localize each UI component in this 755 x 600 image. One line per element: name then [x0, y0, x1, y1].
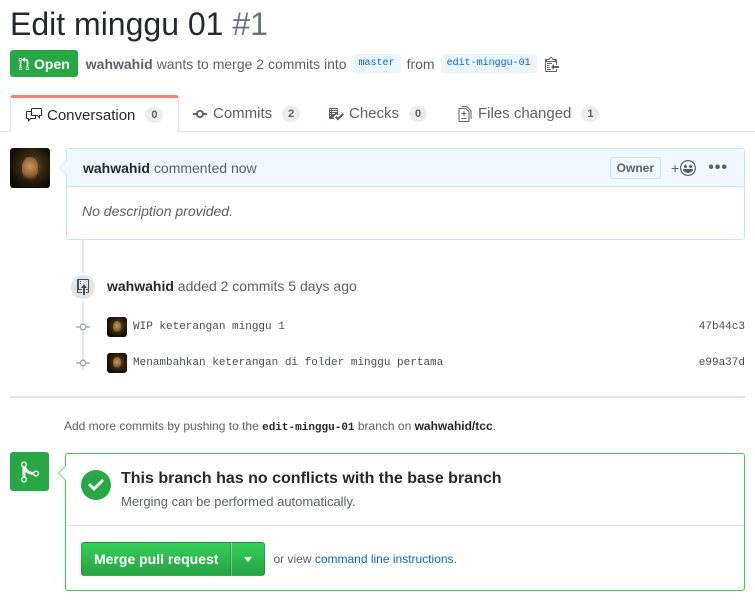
git-merge-icon	[10, 452, 49, 491]
timeline-line	[82, 240, 84, 370]
merge-description: wants to merge 2 commits into	[156, 55, 347, 72]
tab-files-changed-label: Files changed	[478, 105, 572, 122]
commit-sha[interactable]: e99a37d	[699, 357, 745, 369]
avatar-face	[113, 357, 121, 370]
timeline-divider	[10, 396, 745, 398]
timeline-author[interactable]: wahwahid	[107, 278, 174, 294]
tab-commits-count: 2	[282, 105, 301, 122]
pr-meta: Open wahwahid wants to merge 2 commits i…	[10, 50, 559, 77]
merge-actions: Merge pull request or view command line …	[81, 542, 457, 576]
tab-checks[interactable]: Checks 0	[313, 95, 442, 132]
or-view-label: or view	[273, 552, 312, 566]
pr-title: Edit minggu 01 #1	[10, 4, 268, 44]
commit-sha[interactable]: 47b44c3	[699, 321, 745, 333]
push-hint-prefix: Add more commits by pushing to the	[64, 419, 259, 433]
merge-status: This branch has no conflicts with the ba…	[66, 454, 744, 526]
commit-row: WIP keterangan minggu 1 47b44c3	[76, 316, 745, 338]
timeline-added-commits: wahwahid added 2 commits 5 days ago	[107, 278, 357, 294]
base-branch[interactable]: master	[352, 54, 401, 73]
command-line-instructions-link[interactable]: command line instructions	[315, 552, 454, 566]
owner-label: Owner	[609, 156, 661, 179]
push-hint-middle: branch on	[357, 419, 412, 433]
push-hint-branch: edit-minggu-01	[262, 422, 355, 434]
from-text: from	[406, 55, 435, 72]
tab-files-changed[interactable]: Files changed 1	[442, 95, 614, 132]
comment-body: No description provided.	[82, 203, 233, 219]
or-view-text: or view command line instructions.	[273, 552, 456, 566]
pr-author-link[interactable]: wahwahid	[86, 56, 153, 72]
commit-message[interactable]: WIP keterangan minggu 1	[133, 321, 699, 333]
or-view-suffix: .	[453, 552, 457, 566]
comment-timestamp[interactable]: commented now	[154, 160, 257, 176]
commit-avatar[interactable]	[107, 353, 127, 373]
comment-options-button[interactable]: •••	[708, 159, 728, 177]
comment-header: wahwahid commented now Owner + •••	[67, 149, 744, 187]
checklist-icon	[329, 107, 344, 120]
smiley-icon	[680, 159, 697, 176]
timeline-action: added 2 commits 5 days ago	[177, 278, 357, 294]
commit-dot-icon	[76, 322, 90, 332]
push-hint: Add more commits by pushing to the edit-…	[64, 419, 496, 434]
commit-row: Menambahkan keterangan di folder minggu …	[76, 352, 745, 374]
triangle-down-icon	[244, 556, 253, 562]
avatar-face	[113, 321, 121, 334]
pr-number: #1	[232, 6, 268, 42]
git-commit-icon	[193, 109, 207, 118]
tab-conversation-label: Conversation	[47, 106, 136, 124]
clippy-icon[interactable]	[544, 56, 559, 72]
commit-avatar[interactable]	[107, 317, 127, 337]
git-pull-request-icon	[18, 56, 30, 70]
pr-title-text: Edit minggu 01	[10, 6, 224, 42]
add-reaction-button[interactable]: +	[671, 159, 697, 176]
comment-box: wahwahid commented now Owner + ••• No de…	[59, 148, 745, 240]
comment-author[interactable]: wahwahid	[83, 160, 150, 176]
head-branch[interactable]: edit-minggu-01	[440, 54, 537, 73]
push-hint-repo: wahwahid/tcc	[414, 419, 493, 433]
check-icon	[81, 470, 111, 500]
merge-status-subtitle: Merging can be performed automatically.	[121, 494, 356, 509]
push-hint-suffix: .	[492, 419, 496, 433]
avatar[interactable]	[10, 148, 50, 188]
avatar-face	[22, 156, 38, 181]
tab-checks-label: Checks	[349, 105, 400, 122]
state-label: Open	[34, 55, 70, 72]
comment-discussion-icon	[26, 108, 42, 122]
reaction-plus: +	[671, 159, 680, 176]
tab-commits[interactable]: Commits 2	[177, 95, 315, 132]
tab-checks-count: 0	[409, 105, 428, 122]
tab-files-changed-count: 1	[581, 105, 600, 122]
tab-conversation-count: 0	[145, 107, 164, 123]
merge-status-title: This branch has no conflicts with the ba…	[121, 470, 502, 487]
repo-push-icon	[77, 279, 89, 295]
merge-box: This branch has no conflicts with the ba…	[58, 453, 745, 591]
timeline-commit-badge	[69, 273, 97, 301]
commit-message[interactable]: Menambahkan keterangan di folder minggu …	[133, 357, 699, 369]
merge-pull-request-button[interactable]: Merge pull request	[81, 542, 232, 576]
state-badge: Open	[10, 50, 78, 77]
tab-commits-label: Commits	[213, 105, 273, 122]
pr-tabs: Conversation 0 Commits 2 Checks 0 Files …	[0, 95, 755, 133]
file-diff-icon	[458, 105, 472, 122]
merge-options-dropdown[interactable]	[231, 542, 266, 576]
commit-dot-icon	[76, 358, 90, 368]
tab-conversation[interactable]: Conversation 0	[10, 95, 180, 133]
